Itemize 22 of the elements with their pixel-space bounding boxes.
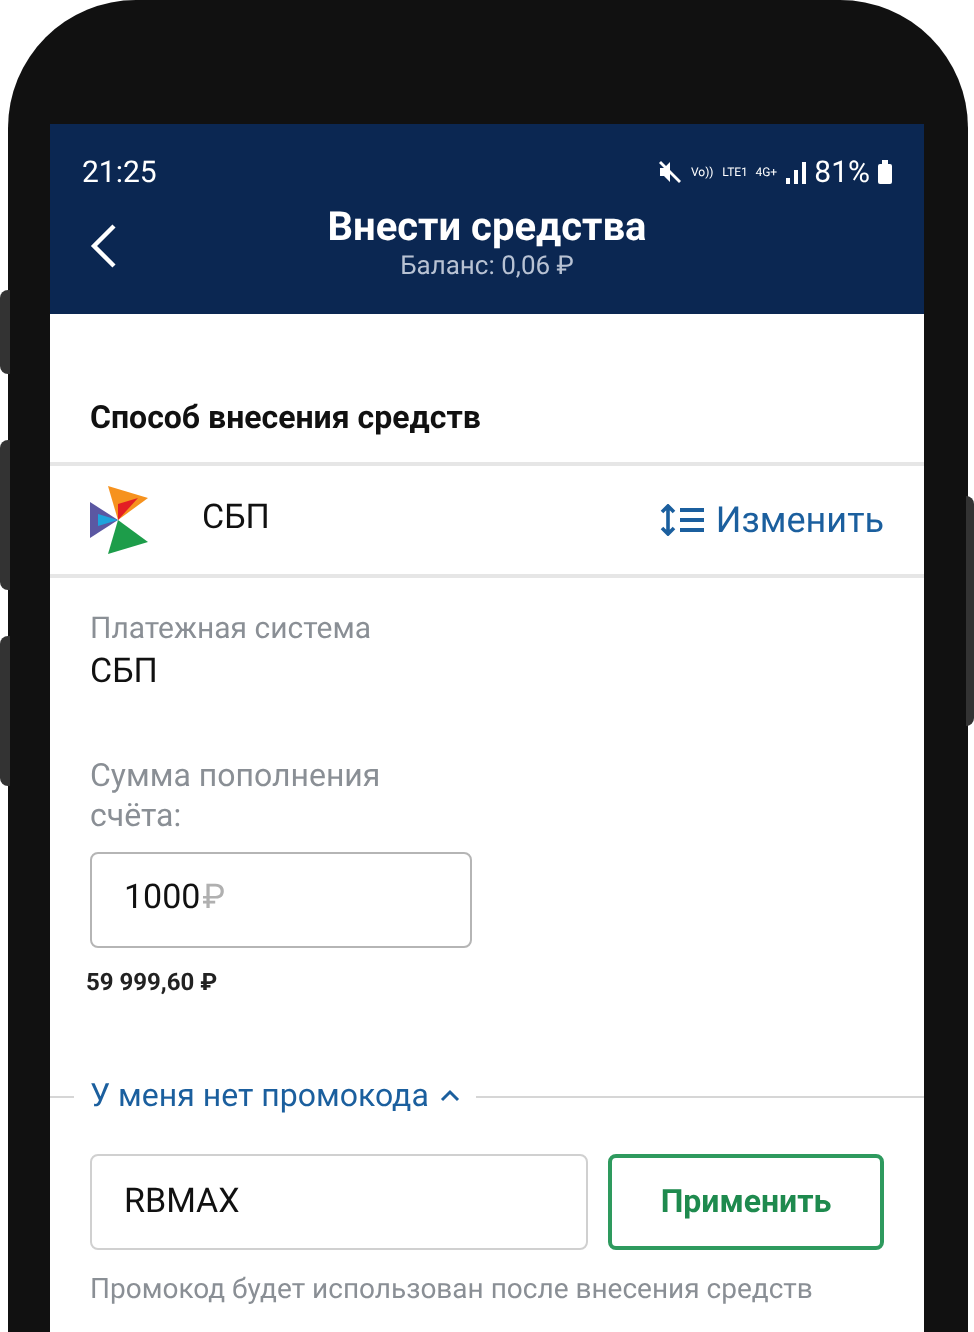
limit-text: 59 999,60 ₽ <box>86 966 220 1000</box>
battery-percent: 81% <box>814 151 870 194</box>
signal-icon <box>786 161 807 183</box>
back-icon <box>90 222 118 270</box>
section-heading: Способ внесения средств <box>88 396 483 440</box>
mute-icon <box>658 160 683 184</box>
field-label: Платежная система <box>90 608 373 648</box>
apply-button[interactable]: Применить <box>608 1154 884 1250</box>
promo-hint: Промокод будет использован после внесения средств <box>88 1272 815 1310</box>
status-time: 21:25 <box>82 151 157 194</box>
amount-field[interactable]: 1000₽ <box>90 852 472 948</box>
field-value: СБП <box>90 650 160 696</box>
method-name: СБП <box>202 496 270 543</box>
battery-icon <box>878 160 892 184</box>
payment-logo-icon <box>90 486 150 554</box>
page-title: Внести средства <box>327 200 647 252</box>
sort-icon <box>659 504 704 536</box>
field-label: Сумма пополнения счёта: <box>90 756 383 836</box>
change-button[interactable]: Изменить <box>659 493 884 547</box>
promo-field[interactable]: RBMAX <box>90 1154 588 1250</box>
balance-text: Баланс: 0,06 ₽ <box>400 252 574 284</box>
promo-toggle[interactable]: У меня нет промокода <box>74 1072 477 1120</box>
